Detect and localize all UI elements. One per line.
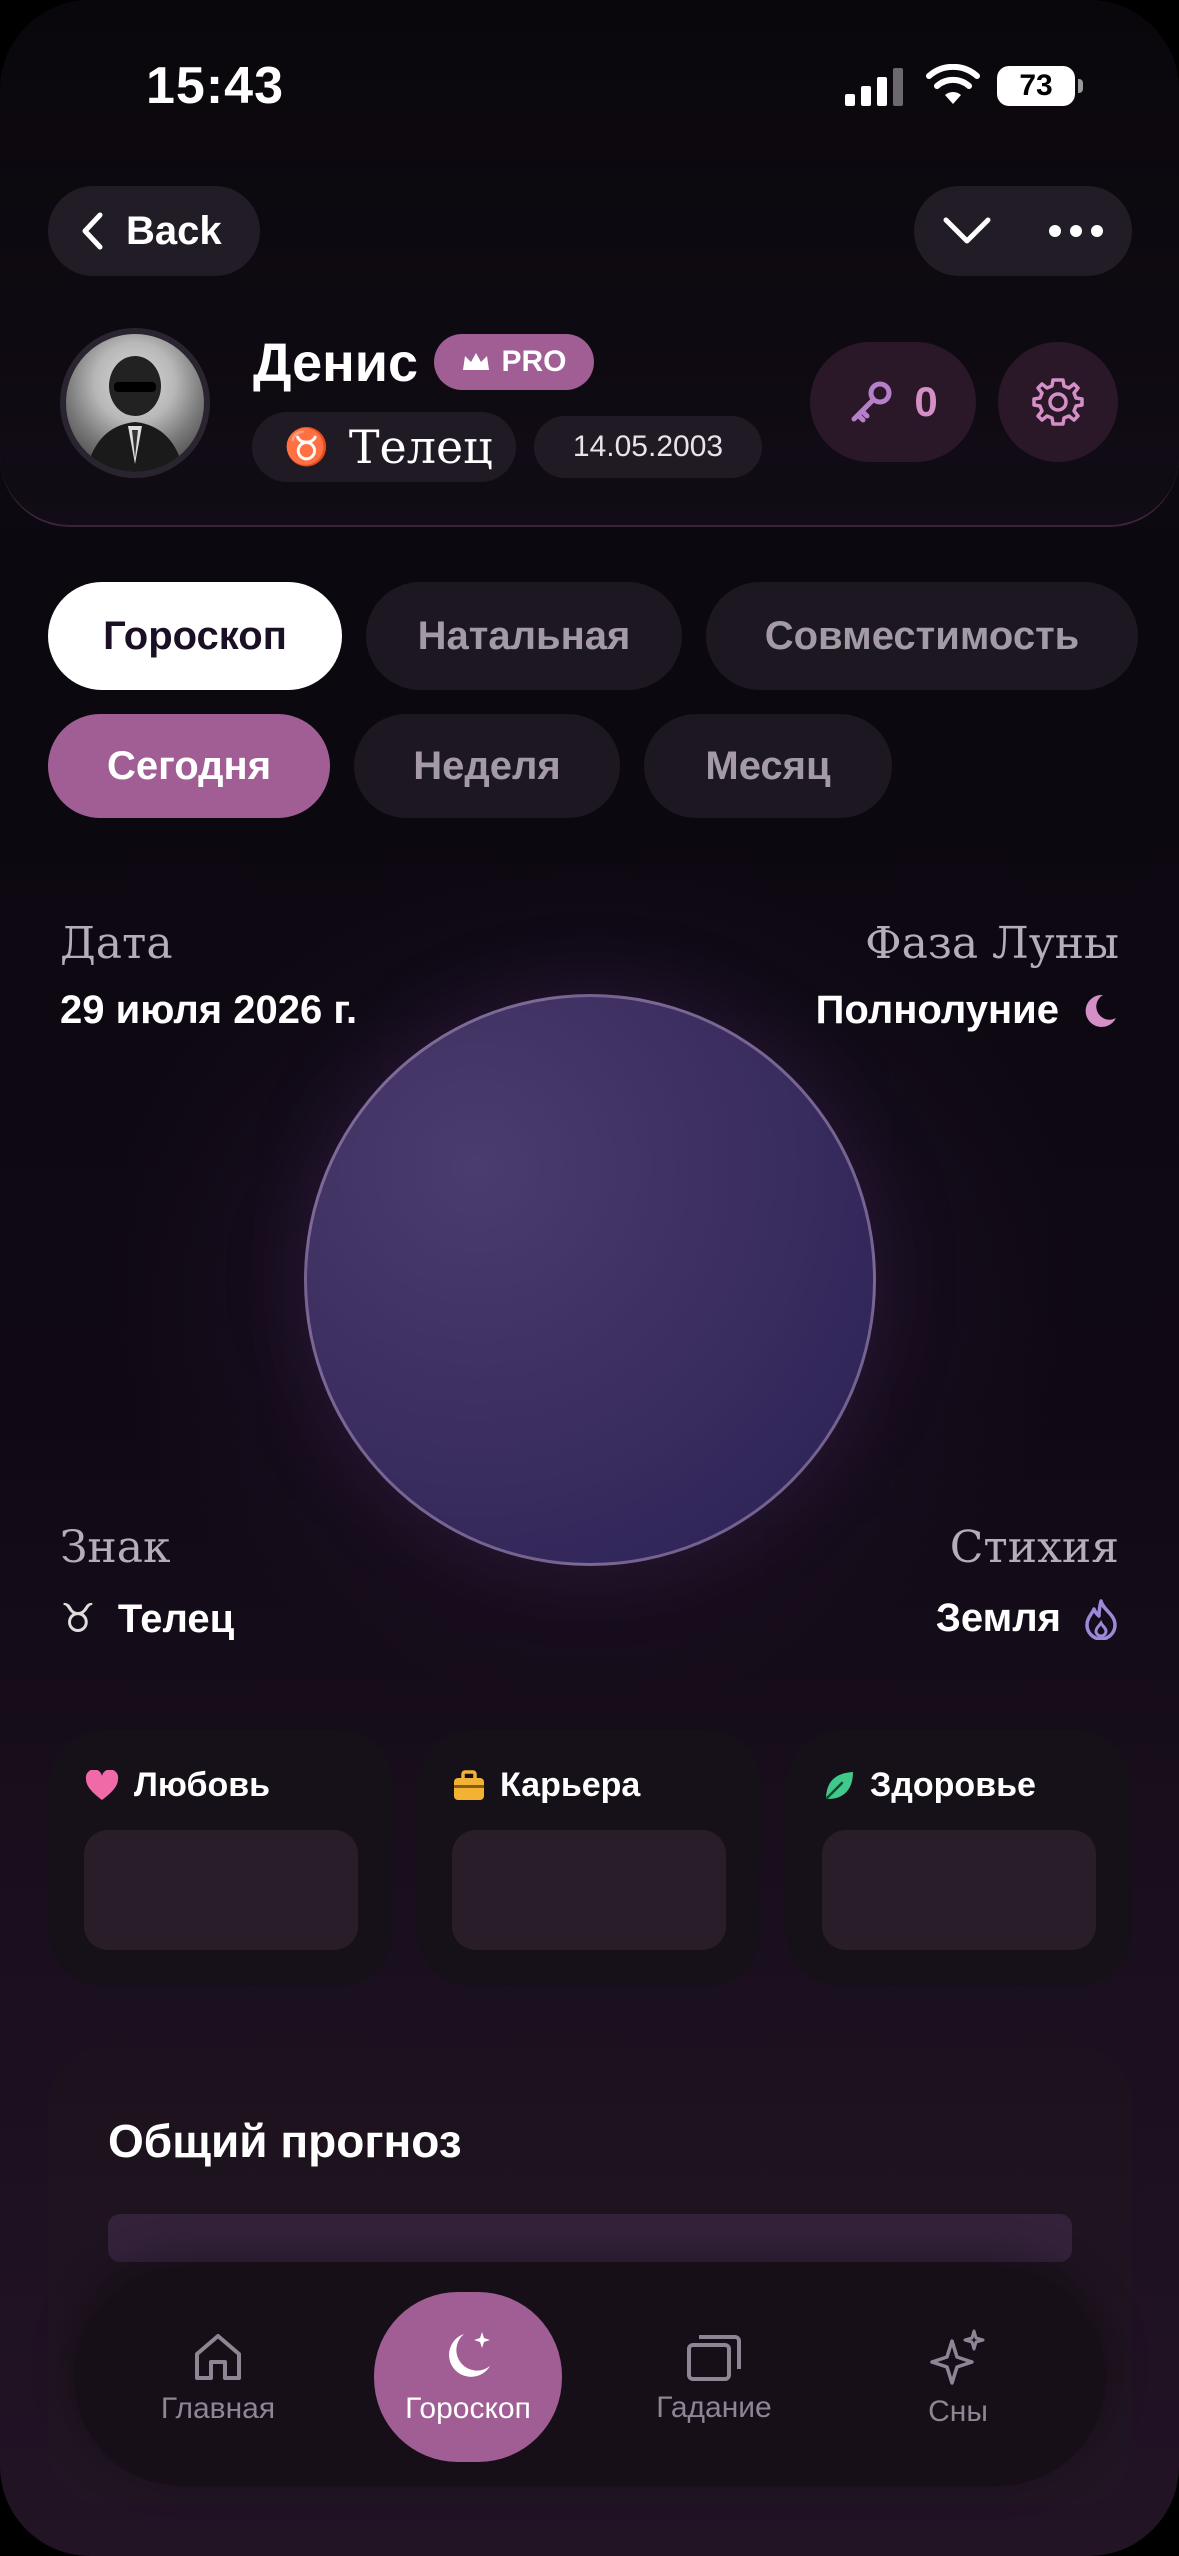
wifi-icon <box>926 64 980 104</box>
moon-stars-icon <box>449 2332 490 2377</box>
gear-icon <box>1032 378 1084 426</box>
chevron-left-icon <box>82 212 103 250</box>
back-button[interactable]: Back <box>48 186 260 276</box>
moon-phase-value: Полнолуние <box>816 988 1119 1033</box>
aspect-label-health: Здоровье <box>870 1766 1036 1804</box>
cellular-signal-icon <box>845 68 903 106</box>
tabbar-item-divination[interactable]: Гадание <box>620 2294 808 2462</box>
zodiac-sign-name: Телец <box>348 420 493 474</box>
avatar-photo <box>86 356 184 472</box>
battery-indicator: 73 <box>997 66 1083 106</box>
home-icon <box>195 2334 241 2380</box>
status-time: 15:43 <box>146 57 284 115</box>
date-value: 29 июля 2026 г. <box>60 988 357 1033</box>
avatar[interactable] <box>60 328 210 478</box>
sign-label: Знак <box>60 1522 171 1573</box>
aspect-card-career[interactable]: Карьера <box>416 1730 762 1986</box>
aspect-label-love: Любовь <box>134 1766 271 1804</box>
tabbar-label: Сны <box>928 2395 988 2428</box>
leaf-icon <box>825 1771 853 1799</box>
pro-label: PRO <box>501 345 567 378</box>
settings-button[interactable] <box>998 342 1118 462</box>
crescent-moon-icon <box>1085 994 1116 1027</box>
aspect-label-career: Карьера <box>500 1766 641 1804</box>
tabbar-item-home[interactable]: Главная <box>124 2294 312 2462</box>
tab-horoscope[interactable]: Гороскоп <box>48 582 342 690</box>
aspect-card-health[interactable]: Здоровье <box>786 1730 1132 1986</box>
aspect-value-box <box>84 1830 358 1950</box>
zodiac-sign-chip: ♉ Телец <box>252 412 516 482</box>
briefcase-icon <box>454 1769 484 1800</box>
aspect-value-box <box>452 1830 726 1950</box>
moon-sphere <box>304 994 876 1566</box>
element-value-text: Земля <box>935 1596 1061 1640</box>
taurus-icon: ♉ <box>60 1597 96 1641</box>
key-icon <box>851 381 892 423</box>
forecast-text-placeholder <box>108 2214 1072 2262</box>
date-label: Дата <box>60 918 173 969</box>
bottom-tab-bar: Главная Гороскоп Гадание Сны <box>74 2270 1106 2486</box>
cards-icon <box>687 2335 741 2381</box>
pro-badge: PRO <box>434 334 594 390</box>
tabbar-label: Гороскоп <box>405 2392 531 2425</box>
more-icon[interactable] <box>1048 224 1104 238</box>
moon-phase-text: Полнолуние <box>815 988 1059 1032</box>
tab-compatibility[interactable]: Совместимость <box>706 582 1138 690</box>
taurus-icon: ♉ <box>284 427 329 468</box>
tabbar-item-dreams[interactable]: Сны <box>864 2294 1052 2462</box>
aspect-title: Здоровье <box>822 1766 1036 1805</box>
period-month[interactable]: Месяц <box>644 714 892 818</box>
aspect-card-love[interactable]: Любовь <box>48 1730 394 1986</box>
birth-date-chip: 14.05.2003 <box>534 416 762 478</box>
top-actions <box>914 186 1132 276</box>
aspect-value-box <box>822 1830 1096 1950</box>
tab-natal[interactable]: Натальная <box>366 582 682 690</box>
keys-count: 0 <box>914 378 938 425</box>
moon-phase-label: Фаза Луны <box>865 918 1119 969</box>
chevron-down-icon[interactable] <box>942 216 992 246</box>
forecast-title: Общий прогноз <box>108 2115 462 2167</box>
sparkles-icon <box>930 2329 985 2385</box>
flame-icon <box>1085 1598 1117 1640</box>
tabbar-item-horoscope[interactable]: Гороскоп <box>374 2292 562 2462</box>
period-week[interactable]: Неделя <box>354 714 620 818</box>
user-name: Денис <box>253 333 419 393</box>
back-label: Back <box>126 208 222 253</box>
sign-value-text: Телец <box>117 1596 235 1641</box>
aspect-title: Любовь <box>84 1766 270 1805</box>
crown-icon <box>463 353 490 370</box>
sign-value: ♉ Телец <box>60 1596 234 1642</box>
element-value: Земля <box>936 1596 1119 1641</box>
aspect-title: Карьера <box>452 1766 640 1805</box>
date-value-text: 29 июля 2026 г. <box>60 988 358 1032</box>
period-today[interactable]: Сегодня <box>48 714 330 818</box>
tabbar-label: Главная <box>160 2392 276 2425</box>
keys-button[interactable]: 0 <box>810 342 976 462</box>
profile-header: 15:43 73 Back Денис PRO ♉ Телец 14.05.20… <box>0 0 1179 527</box>
heart-icon <box>85 1769 119 1800</box>
tabbar-label: Гадание <box>656 2391 772 2424</box>
element-label: Стихия <box>949 1522 1119 1573</box>
horoscope-screen: 15:43 73 Back Денис PRO ♉ Телец 14.05.20… <box>0 0 1179 2556</box>
